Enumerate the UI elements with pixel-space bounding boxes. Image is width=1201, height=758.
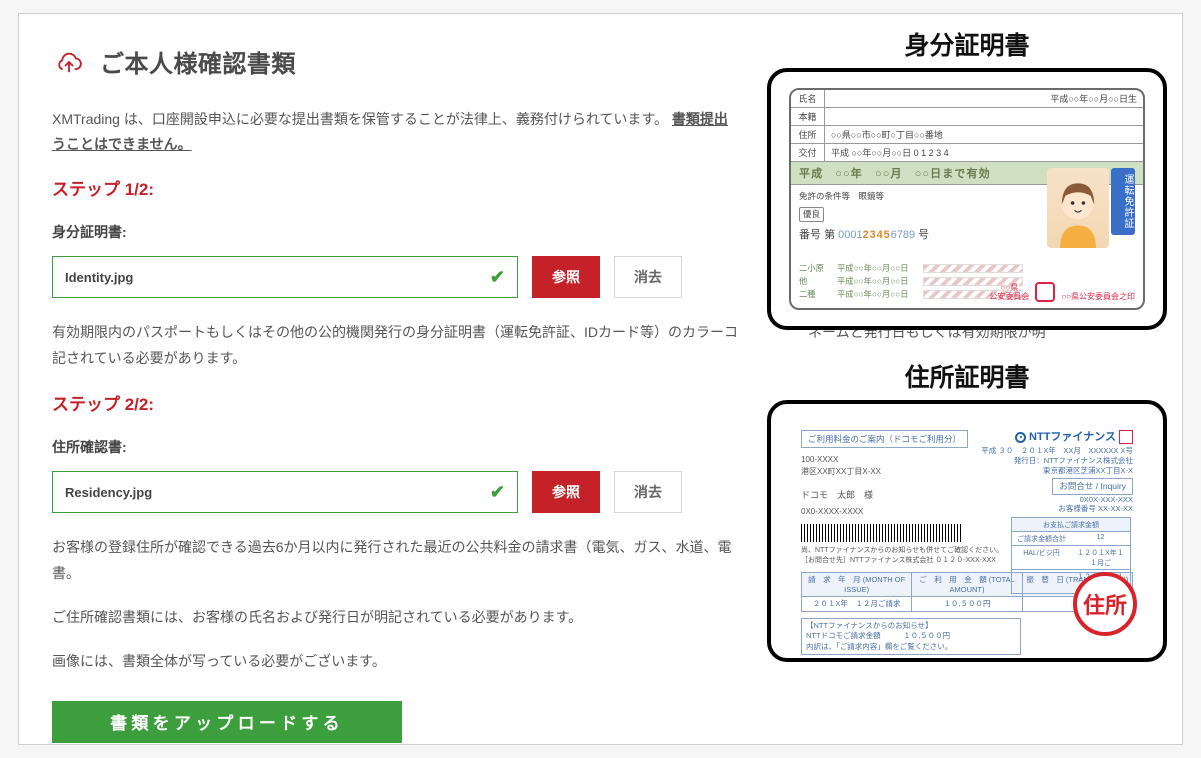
- browse-button-1[interactable]: 参照: [532, 256, 600, 298]
- identity-file-box[interactable]: Identity.jpg ✔: [52, 256, 518, 298]
- bill-sub-box: 【NTTファイナンスからのお知らせ】 NTTドコモご請求金額 １０,５００円 内…: [801, 618, 1021, 656]
- license-type-badge: 運転免許証: [1111, 168, 1135, 235]
- submit-button[interactable]: 書類をアップロードする: [52, 701, 402, 743]
- clear-button-1[interactable]: 消去: [614, 256, 682, 298]
- address-stamp-icon: 住所: [1073, 572, 1137, 636]
- dl-name-label: 氏名: [791, 90, 825, 107]
- clear-button-2[interactable]: 消去: [614, 471, 682, 513]
- step2-upload-row: Residency.jpg ✔ 参照 消去: [52, 471, 682, 513]
- bill-title-box: ご利用料金のご案内（ドコモご利用分）: [801, 430, 968, 448]
- utility-bill: ご利用料金のご案内（ドコモご利用分） 100-XXXX 港区XX町XX丁目X-X…: [789, 420, 1145, 642]
- dl-photo: [1047, 168, 1109, 248]
- dl-issuer-stamp: ○○県公安委員会 ○○県公安委員会之印: [989, 282, 1135, 302]
- dl-number: 番号 第 000123456789 号: [799, 226, 929, 242]
- sample-id-frame: 氏名 平成○○年○○月○○日生 本籍 住所 ○○県○○市○○町○丁目○○番地: [767, 68, 1167, 330]
- bill-phone: 0X0-XXXX-XXXX: [801, 507, 968, 516]
- sample-addr-title: 住所証明書: [767, 358, 1167, 394]
- sample-column: 身分証明書 氏名 平成○○年○○月○○日生 本籍: [767, 26, 1167, 690]
- bill-zip: 100-XXXX 港区XX町XX丁目X-XX: [801, 454, 968, 478]
- dl-issue-value: 平成 ○○年○○月○○日 0 1 2 3 4: [825, 144, 1143, 161]
- sample-id-title: 身分証明書: [767, 26, 1167, 62]
- identity-file-name: Identity.jpg: [65, 270, 133, 285]
- dl-address-label: 住所: [791, 126, 825, 143]
- page-title: ご本人様確認書類: [100, 44, 296, 79]
- dl-dob: 平成○○年○○月○○日生: [1044, 90, 1143, 107]
- bill-recipient: ドコモ 太郎 様: [801, 488, 968, 501]
- residency-file-box[interactable]: Residency.jpg ✔: [52, 471, 518, 513]
- check-icon: ✔: [490, 482, 505, 503]
- sample-addr-block: 住所証明書 ご利用料金のご案内（ドコモご利用分） 100-XXXX 港区XX町X…: [767, 358, 1167, 662]
- sample-id-block: 身分証明書 氏名 平成○○年○○月○○日生 本籍: [767, 26, 1167, 330]
- step1-upload-row: Identity.jpg ✔ 参照 消去: [52, 256, 682, 298]
- browse-button-2[interactable]: 参照: [532, 471, 600, 513]
- sample-addr-frame: ご利用料金のご案内（ドコモご利用分） 100-XXXX 港区XX町XX丁目X-X…: [767, 400, 1167, 662]
- dl-honseki-label: 本籍: [791, 108, 825, 125]
- ntt-logo: NTTファイナンス: [981, 430, 1133, 444]
- barcode-icon: [801, 524, 961, 542]
- residency-file-name: Residency.jpg: [65, 485, 152, 500]
- upload-cloud-icon: [52, 45, 86, 79]
- dl-conditions: 免許の条件等 眼鏡等 優良: [799, 190, 884, 222]
- person-icon: [1050, 176, 1106, 248]
- drivers-license-card: 氏名 平成○○年○○月○○日生 本籍 住所 ○○県○○市○○町○丁目○○番地: [789, 88, 1145, 310]
- dl-address-value: ○○県○○市○○町○丁目○○番地: [825, 126, 1143, 143]
- dl-issue-label: 交付: [791, 144, 825, 161]
- bill-issuer-info: NTTファイナンス 平成 ３０ ２０１X年 XX月 XXXXXX X号 発行日：…: [981, 430, 1133, 514]
- check-icon: ✔: [490, 267, 505, 288]
